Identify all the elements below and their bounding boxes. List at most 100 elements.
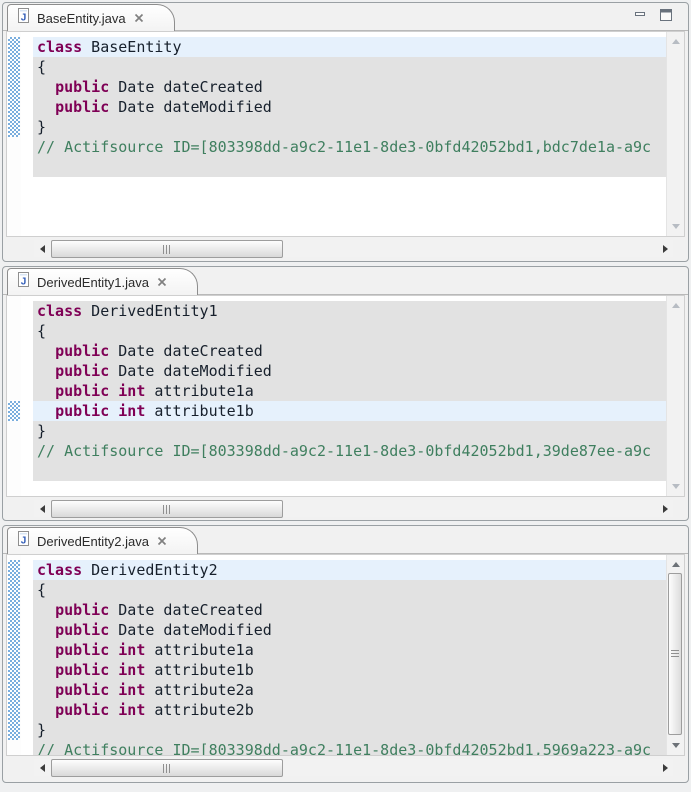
scroll-left-button[interactable] — [34, 759, 50, 776]
vertical-scrollbar[interactable] — [666, 32, 684, 236]
annotation-ruler[interactable] — [7, 296, 21, 496]
keyword-token: public — [55, 402, 109, 420]
code-editor[interactable]: class DerivedEntity2{ public Date dateCr… — [6, 554, 685, 756]
view-window-controls — [632, 8, 674, 22]
code-token: DerivedEntity1 — [82, 302, 217, 320]
arrow-up-icon — [672, 562, 680, 567]
horizontal-scrollbar[interactable] — [34, 759, 673, 776]
code-token: DerivedEntity2 — [82, 561, 217, 579]
vertical-scrollbar[interactable] — [666, 296, 684, 496]
scroll-down-button[interactable] — [667, 218, 684, 235]
change-annotation — [8, 560, 20, 740]
tab-label: BaseEntity.java — [37, 11, 126, 26]
code-token — [109, 382, 118, 400]
scroll-up-button[interactable] — [667, 33, 684, 50]
code-token — [37, 342, 55, 360]
code-token: } — [37, 118, 46, 136]
scrollbar-grip-icon — [163, 245, 172, 254]
editor-stack: J BaseEntity.java — [0, 0, 691, 785]
code-token: { — [37, 581, 46, 599]
scroll-up-button[interactable] — [667, 297, 684, 314]
scrollbar-grip-icon — [163, 764, 172, 773]
code-editor[interactable]: class BaseEntity{ public Date dateCreate… — [6, 31, 685, 237]
close-icon[interactable] — [134, 13, 144, 23]
arrow-up-icon — [672, 39, 680, 44]
code-line: // Actifsource ID=[803398dd-a9c2-11e1-8d… — [33, 441, 666, 461]
code-line: public Date dateCreated — [33, 341, 666, 361]
scroll-right-button[interactable] — [657, 240, 673, 257]
code-token — [109, 661, 118, 679]
keyword-token: int — [118, 382, 145, 400]
horizontal-scrollbar-thumb[interactable] — [51, 500, 283, 518]
maximize-icon — [659, 8, 673, 22]
scroll-left-button[interactable] — [34, 240, 50, 257]
scroll-right-button[interactable] — [657, 500, 673, 517]
keyword-token: public — [55, 621, 109, 639]
code-token: attribute1b — [145, 402, 253, 420]
editor-tab[interactable]: J DerivedEntity2.java — [7, 527, 198, 554]
code-line: { — [33, 321, 666, 341]
horizontal-scrollbar[interactable] — [34, 500, 673, 517]
code-line: { — [33, 57, 666, 77]
code-token — [37, 601, 55, 619]
close-icon[interactable] — [157, 277, 167, 287]
code-line — [33, 461, 666, 481]
keyword-token: public — [55, 78, 109, 96]
arrow-right-icon — [663, 245, 668, 253]
maximize-button[interactable] — [658, 8, 674, 22]
code-token: Date dateModified — [109, 98, 272, 116]
code-token — [109, 641, 118, 659]
tab-strip: J DerivedEntity2.java — [3, 526, 688, 554]
editor-gutter — [21, 555, 33, 755]
editor-tab[interactable]: J BaseEntity.java — [7, 4, 175, 31]
code-token — [37, 362, 55, 380]
keyword-token: public — [55, 342, 109, 360]
code-token: attribute1a — [145, 382, 253, 400]
horizontal-scrollbar-thumb[interactable] — [51, 759, 283, 777]
close-icon[interactable] — [157, 536, 167, 546]
scroll-down-button[interactable] — [667, 478, 684, 495]
code-token: { — [37, 58, 46, 76]
code-line: public int attribute1b — [33, 660, 666, 680]
minimize-button[interactable] — [632, 8, 648, 22]
code-token: attribute2a — [145, 681, 253, 699]
code-area[interactable]: class BaseEntity{ public Date dateCreate… — [33, 32, 666, 236]
annotation-ruler[interactable] — [7, 32, 21, 236]
svg-text:J: J — [21, 12, 27, 23]
tab-label: DerivedEntity1.java — [37, 275, 149, 290]
code-token: Date dateModified — [109, 362, 272, 380]
code-line: public Date dateModified — [33, 97, 666, 117]
code-token — [37, 382, 55, 400]
code-line: public Date dateCreated — [33, 77, 666, 97]
vertical-scrollbar[interactable] — [666, 555, 684, 755]
code-line: public int attribute2a — [33, 680, 666, 700]
comment-token: // Actifsource ID=[803398dd-a9c2-11e1-8d… — [37, 741, 651, 755]
vertical-scrollbar-thumb[interactable] — [668, 573, 682, 735]
java-file-icon: J — [16, 272, 31, 293]
code-line: public int attribute1a — [33, 640, 666, 660]
keyword-token: int — [118, 681, 145, 699]
arrow-left-icon — [40, 505, 45, 513]
code-token — [37, 98, 55, 116]
keyword-token: class — [37, 302, 82, 320]
scroll-left-button[interactable] — [34, 500, 50, 517]
keyword-token: int — [118, 701, 145, 719]
svg-text:J: J — [21, 276, 27, 287]
keyword-token: public — [55, 362, 109, 380]
code-area[interactable]: class DerivedEntity2{ public Date dateCr… — [33, 555, 666, 755]
horizontal-scrollbar[interactable] — [34, 240, 673, 257]
code-token: attribute1a — [145, 641, 253, 659]
code-area[interactable]: class DerivedEntity1{ public Date dateCr… — [33, 296, 666, 496]
scroll-up-button[interactable] — [667, 556, 684, 573]
code-editor[interactable]: class DerivedEntity1{ public Date dateCr… — [6, 295, 685, 497]
horizontal-scrollbar-thumb[interactable] — [51, 240, 283, 258]
change-annotation — [8, 37, 20, 137]
editor-tab[interactable]: J DerivedEntity1.java — [7, 268, 198, 295]
scroll-down-button[interactable] — [667, 737, 684, 754]
code-line: class BaseEntity — [33, 37, 666, 57]
keyword-token: int — [118, 661, 145, 679]
annotation-ruler[interactable] — [7, 555, 21, 755]
arrow-left-icon — [40, 764, 45, 772]
code-line: { — [33, 580, 666, 600]
scroll-right-button[interactable] — [657, 759, 673, 776]
